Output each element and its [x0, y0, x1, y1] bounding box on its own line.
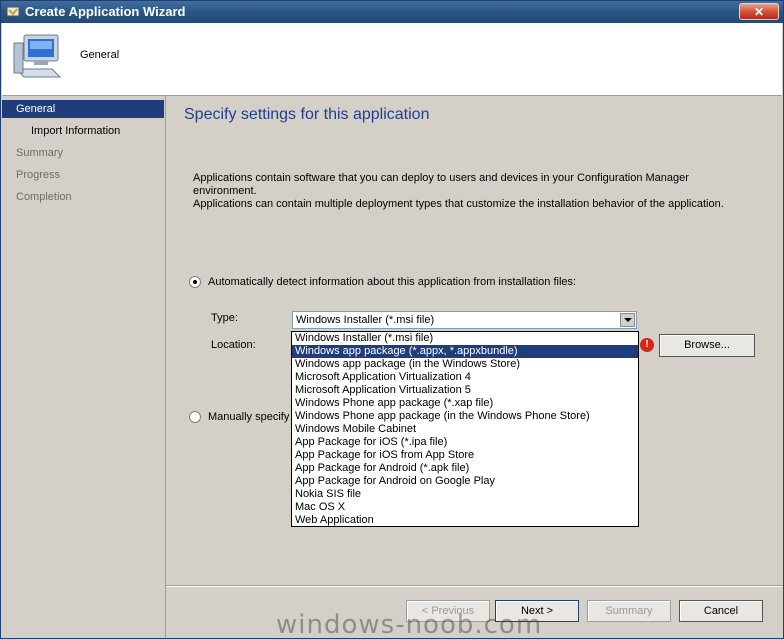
location-label: Location:	[211, 339, 256, 351]
dropdown-option[interactable]: App Package for iOS (*.ipa file)	[292, 436, 638, 449]
computer-icon	[13, 34, 62, 78]
cancel-button[interactable]: Cancel	[679, 600, 763, 622]
wizard-window: Create Application Wizard ✕ General Gene…	[0, 0, 784, 640]
manual-radio[interactable]	[189, 411, 201, 423]
dropdown-option[interactable]: Web Application	[292, 514, 638, 527]
type-label: Type:	[211, 312, 238, 324]
dropdown-option[interactable]: App Package for Android on Google Play	[292, 475, 638, 488]
watermark: windows-noob.com	[276, 610, 543, 640]
dropdown-option[interactable]: Microsoft Application Virtualization 4	[292, 371, 638, 384]
nav-item-progress: Progress	[16, 169, 61, 181]
type-select-value: Windows Installer (*.msi file)	[296, 314, 435, 326]
radio-selected-dot	[193, 280, 197, 284]
dropdown-option[interactable]: App Package for iOS from App Store	[292, 449, 638, 462]
chevron-down-icon[interactable]	[620, 313, 635, 327]
nav-item-summary: Summary	[16, 147, 64, 159]
description-line-1: Applications contain software that you c…	[193, 172, 689, 197]
manual-label[interactable]: Manually specify t	[208, 411, 295, 423]
footer-divider	[166, 585, 783, 587]
description: Applications contain software that you c…	[193, 172, 753, 211]
summary-button[interactable]: Summary	[587, 600, 671, 622]
page-title: Specify settings for this application	[184, 106, 430, 123]
dropdown-option[interactable]: Windows Mobile Cabinet	[292, 423, 638, 436]
wizard-app-icon	[6, 6, 20, 17]
dropdown-option[interactable]: Windows Installer (*.msi file)	[292, 332, 638, 345]
nav-item-completion: Completion	[16, 191, 72, 203]
title-bar[interactable]: Create Application Wizard ✕	[1, 1, 783, 23]
dropdown-option[interactable]: Windows Phone app package (*.xap file)	[292, 397, 638, 410]
dropdown-option[interactable]: Windows app package (in the Windows Stor…	[292, 358, 638, 371]
browse-button[interactable]: Browse...	[659, 334, 755, 357]
description-line-2: Applications can contain multiple deploy…	[193, 198, 724, 210]
dropdown-option[interactable]: Nokia SIS file	[292, 488, 638, 501]
wizard-header: General	[2, 23, 782, 96]
auto-detect-label[interactable]: Automatically detect information about t…	[208, 276, 576, 288]
auto-detect-radio[interactable]	[189, 276, 201, 288]
close-icon: ✕	[754, 5, 765, 19]
nav-item-general[interactable]: General	[2, 100, 164, 118]
wizard-steps-nav: General Import Information Summary Progr…	[2, 96, 166, 638]
nav-item-import-information[interactable]: Import Information	[2, 122, 164, 140]
dropdown-option[interactable]: Windows Phone app package (in the Window…	[292, 410, 638, 423]
type-dropdown-list[interactable]: Windows Installer (*.msi file) Windows a…	[291, 331, 639, 527]
header-label: General	[80, 49, 120, 61]
dropdown-option-selected[interactable]: Windows app package (*.appx, *.appxbundl…	[292, 345, 638, 358]
dropdown-option[interactable]: Microsoft Application Virtualization 5	[292, 384, 638, 397]
error-icon: !	[640, 338, 654, 352]
window-title: Create Application Wizard	[25, 4, 186, 19]
close-button[interactable]: ✕	[739, 3, 779, 20]
type-select[interactable]: Windows Installer (*.msi file)	[292, 311, 637, 329]
dropdown-option[interactable]: App Package for Android (*.apk file)	[292, 462, 638, 475]
dropdown-option[interactable]: Mac OS X	[292, 501, 638, 514]
